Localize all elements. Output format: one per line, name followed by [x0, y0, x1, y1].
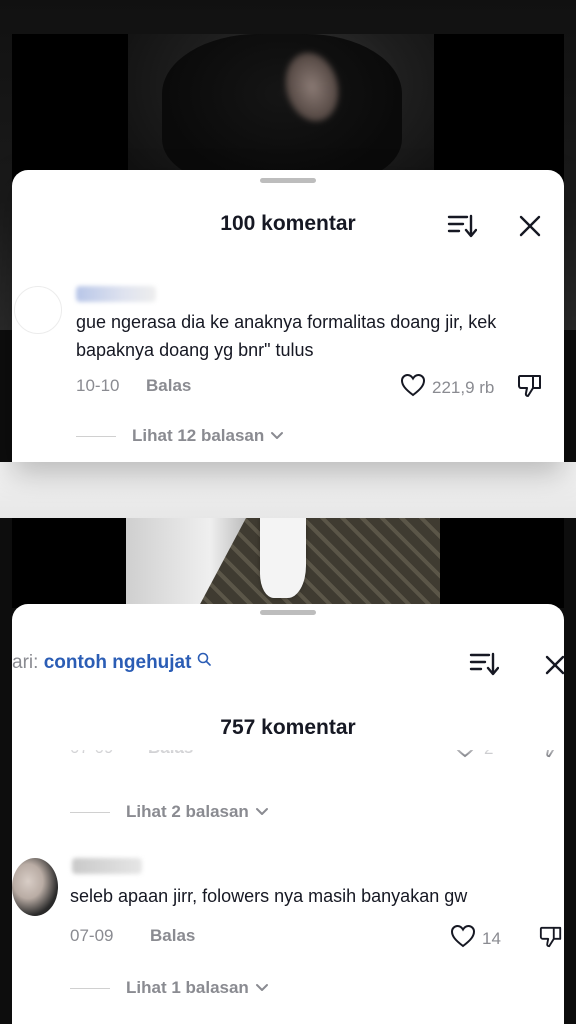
- dislike-icon[interactable]: [516, 373, 544, 399]
- view-replies-label: Lihat 2 balasan: [126, 802, 249, 821]
- drag-handle[interactable]: [260, 178, 316, 183]
- username-blurred[interactable]: [76, 286, 156, 302]
- sort-icon[interactable]: [446, 212, 478, 240]
- search-icon[interactable]: [197, 652, 211, 673]
- heart-icon[interactable]: [450, 924, 476, 953]
- like-count: 2: [484, 750, 493, 759]
- divider-line: [76, 435, 116, 437]
- reply-button[interactable]: Balas: [148, 750, 193, 758]
- divider-line: [70, 987, 110, 989]
- like-group[interactable]: 2: [452, 750, 493, 763]
- search-suggestion[interactable]: ari: contoh ngehujat: [12, 652, 211, 674]
- video-shoe: [260, 518, 306, 598]
- search-prefix: ari:: [12, 652, 39, 673]
- sort-icon[interactable]: [468, 650, 500, 678]
- view-replies-label: Lihat 12 balasan: [132, 426, 265, 445]
- comment-text-line-1: gue ngerasa dia ke anaknya formalitas do…: [76, 312, 497, 332]
- divider-line: [70, 811, 110, 813]
- background-middle: [0, 462, 576, 518]
- comment-text: seleb apaan jirr, folowers nya masih ban…: [70, 886, 468, 906]
- view-replies-button[interactable]: Lihat 2 balasan: [70, 802, 269, 822]
- chevron-down-icon: [255, 802, 269, 822]
- view-replies-label: Lihat 1 balasan: [126, 978, 249, 997]
- like-group[interactable]: 221,9 rb: [400, 373, 494, 402]
- like-count: 221,9 rb: [432, 377, 495, 397]
- chevron-down-icon: [270, 426, 284, 446]
- like-group[interactable]: 14: [450, 924, 501, 953]
- drag-handle[interactable]: [260, 610, 316, 615]
- cutoff-comment-row: 07-09 Balas 2: [12, 750, 564, 768]
- comment-date: 07-09: [70, 926, 114, 945]
- comments-panel-1: 100 komentar gue ngerasa dia ke anaknya …: [12, 170, 564, 462]
- username-blurred[interactable]: [72, 858, 142, 874]
- comments-panel-2: ari: contoh ngehujat 757 komentar 07-09 …: [12, 604, 566, 1024]
- like-count: 14: [482, 928, 501, 948]
- reply-button[interactable]: Balas: [146, 376, 191, 396]
- reply-button[interactable]: Balas: [150, 926, 195, 946]
- comment-date: 07-09: [70, 750, 113, 758]
- comment-count-title: 757 komentar: [220, 716, 356, 739]
- close-icon[interactable]: [518, 214, 542, 238]
- comment-text-line-2: bapaknya doang yg bnr" tulus: [76, 340, 314, 360]
- avatar[interactable]: [14, 286, 62, 334]
- close-icon[interactable]: [544, 654, 566, 676]
- comment-count-title: 100 komentar: [220, 212, 356, 235]
- video-figure: [162, 34, 402, 184]
- search-term-link[interactable]: contoh ngehujat: [44, 652, 192, 673]
- chevron-down-icon: [255, 978, 269, 998]
- view-replies-button[interactable]: Lihat 1 balasan: [70, 978, 269, 998]
- video-frame-bottom[interactable]: [12, 518, 564, 608]
- heart-icon[interactable]: [452, 750, 478, 763]
- view-replies-button[interactable]: Lihat 12 balasan: [76, 426, 284, 446]
- heart-icon[interactable]: [400, 373, 426, 402]
- dislike-icon[interactable]: [538, 750, 564, 760]
- comment-date: 10-10: [76, 376, 120, 395]
- avatar[interactable]: [12, 858, 58, 916]
- comment-text: gue ngerasa dia ke anaknya formalitas do…: [76, 308, 556, 364]
- dislike-icon[interactable]: [538, 924, 564, 950]
